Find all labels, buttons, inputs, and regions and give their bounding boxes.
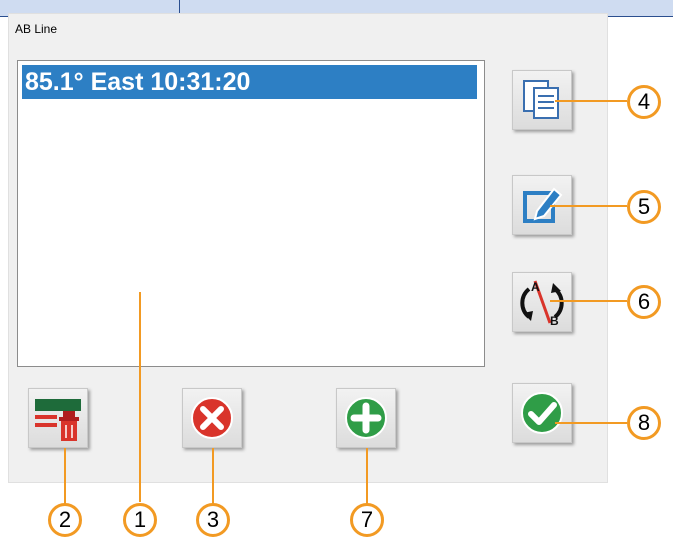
swap-ab-direction-icon: A B	[520, 280, 564, 328]
callout-1: 1	[123, 503, 157, 537]
callout-3: 3	[196, 503, 230, 537]
window-title: AB Line	[15, 22, 58, 36]
add-line-icon	[345, 397, 387, 439]
callout-6: 6	[627, 285, 661, 319]
svg-text:B: B	[550, 314, 559, 328]
callout-line-5	[550, 205, 627, 207]
callout-line-6	[550, 300, 627, 302]
callout-5: 5	[627, 190, 661, 224]
ab-line-list[interactable]: 85.1° East 10:31:20	[17, 60, 485, 367]
cancel-icon	[191, 397, 233, 439]
delete-all-lines-button[interactable]	[28, 388, 88, 448]
list-item-selected[interactable]: 85.1° East 10:31:20	[22, 65, 477, 99]
delete-all-lines-icon	[35, 399, 81, 441]
callout-2: 2	[48, 503, 82, 537]
callout-4: 4	[627, 85, 661, 119]
ok-button[interactable]	[512, 383, 572, 443]
callout-line-4	[555, 100, 627, 102]
callout-line-7	[366, 448, 368, 504]
callout-line-1	[139, 292, 141, 502]
callout-7: 7	[350, 503, 384, 537]
cancel-button[interactable]	[182, 388, 242, 448]
swap-ab-button[interactable]: A B	[512, 272, 572, 332]
add-line-button[interactable]	[336, 388, 396, 448]
callout-line-2	[64, 448, 66, 504]
callout-line-8	[555, 422, 627, 424]
callout-8: 8	[627, 406, 661, 440]
svg-text:A: A	[531, 280, 540, 294]
callout-line-3	[212, 448, 214, 504]
confirm-icon	[521, 392, 563, 434]
